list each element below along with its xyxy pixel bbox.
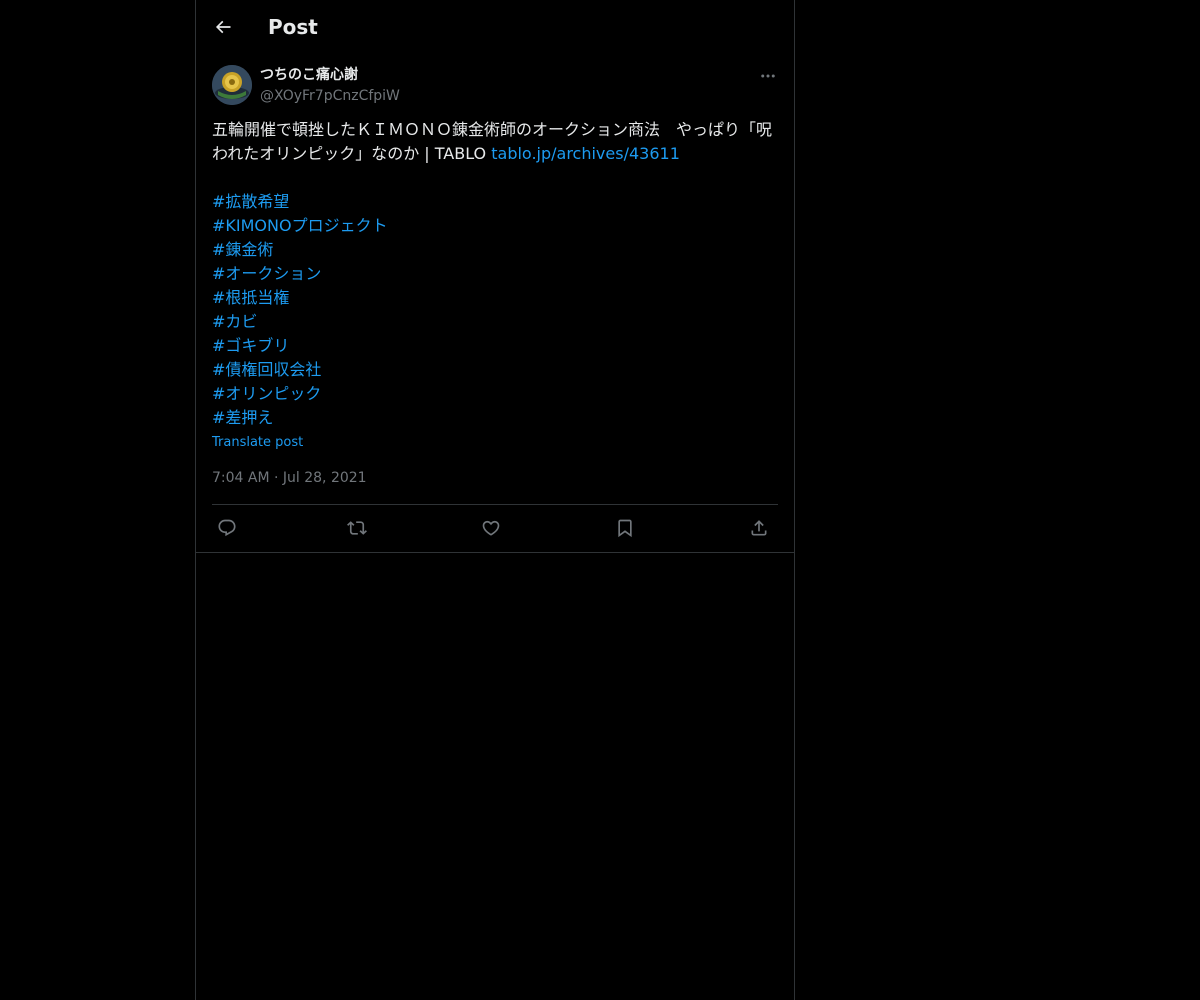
heart-icon: [482, 520, 500, 536]
share-button[interactable]: [744, 514, 774, 542]
more-options-button[interactable]: [756, 64, 780, 88]
police-emblem-avatar: [212, 65, 252, 105]
divider: [196, 552, 794, 553]
hashtag-list: #拡散希望 #KIMONOプロジェクト #錬金術 #オークション #根抵当権 #…: [212, 190, 388, 430]
hashtag-link[interactable]: #オークション: [212, 262, 388, 286]
reply-button[interactable]: [212, 514, 242, 542]
page-title: Post: [268, 15, 318, 39]
hashtag-link[interactable]: #カビ: [212, 310, 388, 334]
post-timestamp[interactable]: 7:04 AM · Jul 28, 2021: [212, 468, 367, 488]
like-button[interactable]: [476, 514, 506, 542]
post-text: 五輪開催で頓挫したＫＩＭＯＮＯ錬金術師のオークション商法 やっぱり「呪われたオリ…: [212, 118, 778, 166]
repost-icon: [347, 521, 367, 535]
hashtag-link[interactable]: #錬金術: [212, 238, 388, 262]
hashtag-link[interactable]: #根抵当権: [212, 286, 388, 310]
arrow-left-icon: [215, 20, 231, 34]
more-horizontal-icon: [761, 74, 775, 78]
hashtag-link[interactable]: #KIMONOプロジェクト: [212, 214, 388, 238]
repost-button[interactable]: [342, 514, 372, 542]
hashtag-link[interactable]: #債権回収会社: [212, 358, 388, 382]
author-handle[interactable]: @XOyFr7pCnzCfpiW: [260, 86, 400, 106]
divider: [212, 504, 778, 505]
bookmark-button[interactable]: [610, 514, 640, 542]
share-icon: [751, 520, 767, 536]
hashtag-link[interactable]: #差押え: [212, 406, 388, 430]
hashtag-link[interactable]: #ゴキブリ: [212, 334, 388, 358]
author-display-name[interactable]: つちのこ痛心謝: [260, 65, 358, 85]
bookmark-icon: [618, 519, 632, 538]
article-link[interactable]: tablo.jp/archives/43611: [491, 144, 680, 163]
translate-post-link[interactable]: Translate post: [212, 434, 303, 452]
page-header: Post: [196, 0, 794, 53]
hashtag-link[interactable]: #拡散希望: [212, 190, 388, 214]
hashtag-link[interactable]: #オリンピック: [212, 382, 388, 406]
avatar[interactable]: [212, 65, 252, 105]
reply-icon: [218, 519, 236, 537]
back-button[interactable]: [206, 10, 240, 44]
post-detail-column: Post つちのこ痛心謝 @XOyFr7pCnzCfpiW 五輪開催で頓挫したＫ…: [195, 0, 795, 1000]
post-action-bar: [212, 514, 778, 542]
